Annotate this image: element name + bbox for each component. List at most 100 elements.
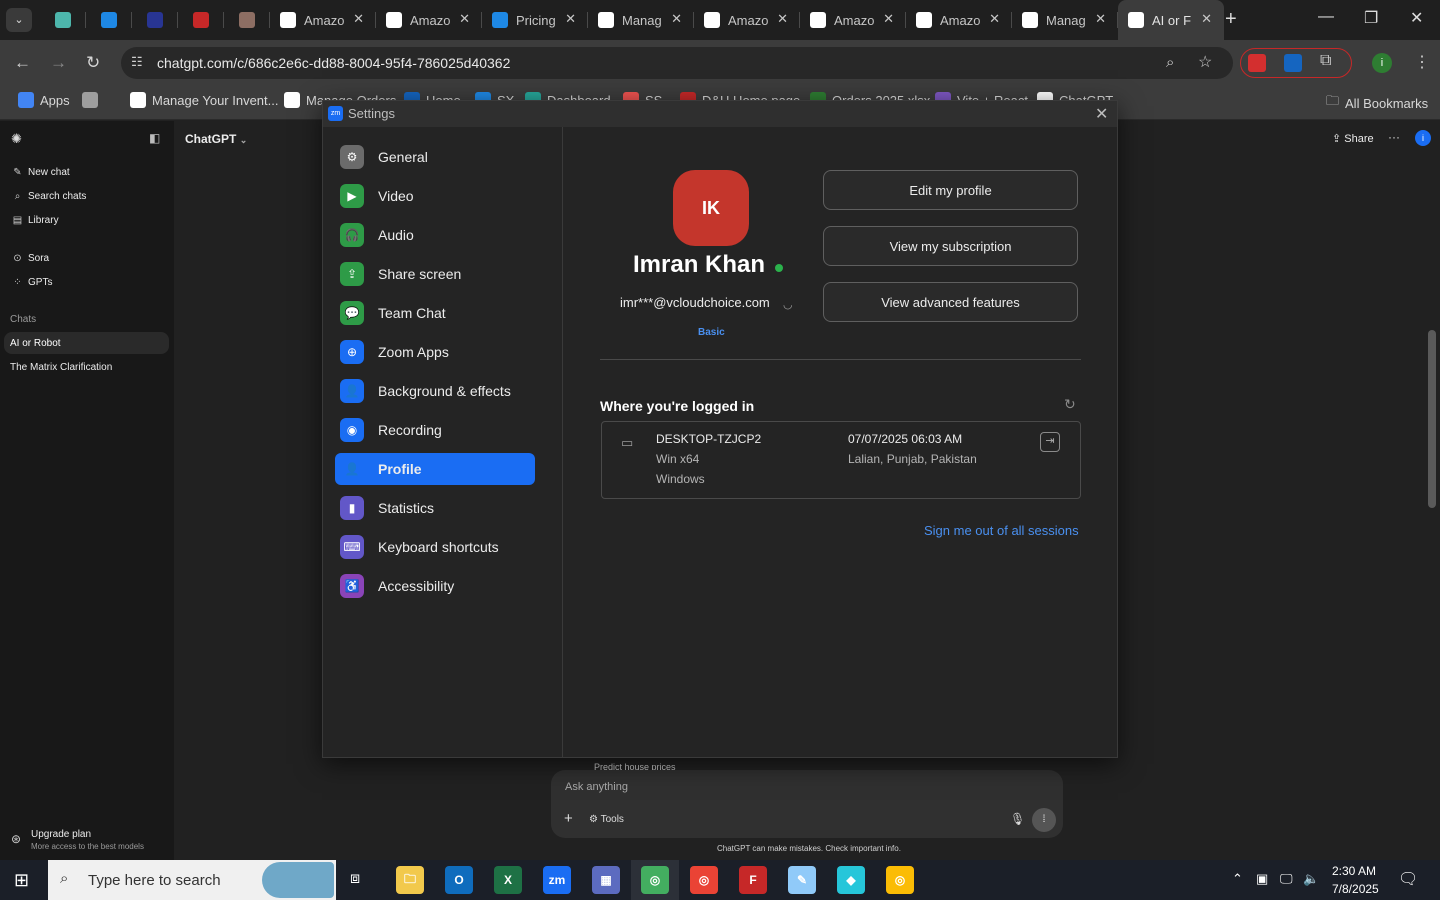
pdf-extension-icon[interactable] (1248, 54, 1266, 72)
microphone-icon[interactable]: 🎙 (1010, 812, 1025, 826)
nav-item-general[interactable]: ⚙ General (335, 141, 535, 173)
attach-plus-icon[interactable]: + (564, 810, 573, 827)
browser-tab[interactable] (224, 0, 270, 40)
puzzle-icon[interactable]: ⧉ (1320, 52, 1331, 70)
nav-item-profile[interactable]: 👤 Profile (335, 453, 535, 485)
sidebar-item-gpts[interactable]: ⁘ GPTs (12, 277, 52, 288)
excel-icon[interactable]: X (494, 866, 522, 894)
notes-icon[interactable]: ✎ (788, 866, 816, 894)
profile-avatar[interactable]: i (1372, 53, 1392, 73)
notifications-icon[interactable]: 🗨 (1398, 869, 1418, 889)
model-selector[interactable]: ChatGPT ⌄ (185, 132, 247, 146)
sign-out-session-icon[interactable]: ⇥ (1040, 432, 1060, 452)
extension-icon[interactable] (1284, 54, 1302, 72)
nav-item-video[interactable]: ▶ Video (335, 180, 535, 212)
taskbar-search-input[interactable]: Type here to search (88, 872, 221, 889)
new-tab-button[interactable]: + (1225, 8, 1237, 31)
bookmark-item[interactable]: Manage Your Invent... (130, 92, 278, 108)
view-advanced-features-button[interactable]: View advanced features (823, 282, 1078, 322)
app-icon[interactable]: ◆ (837, 866, 865, 894)
tab-close-icon[interactable]: ✕ (565, 11, 576, 27)
sign-out-all-link[interactable]: Sign me out of all sessions (924, 523, 1079, 538)
task-view-icon[interactable]: ⧈ (350, 870, 360, 888)
chrome-profile-icon[interactable]: ◎ (690, 866, 718, 894)
browser-tab[interactable] (86, 0, 132, 40)
browser-tab[interactable] (132, 0, 178, 40)
bookmark-star-icon[interactable]: ☆ (1198, 52, 1212, 72)
chrome-alt-icon[interactable]: ◎ (886, 866, 914, 894)
close-icon[interactable]: ✕ (1095, 104, 1108, 124)
nav-item-zoom-apps[interactable]: ⊕ Zoom Apps (335, 336, 535, 368)
browser-tab[interactable]: Amazo ✕ (270, 0, 376, 40)
nav-item-keyboard-shortcuts[interactable]: ⌨ Keyboard shortcuts (335, 531, 535, 563)
prompt-input[interactable]: Ask anything (565, 781, 628, 793)
chat-item[interactable]: The Matrix Clarification (10, 362, 112, 373)
reload-button[interactable]: ↻ (86, 53, 100, 73)
minimize-button[interactable]: — (1318, 8, 1334, 26)
bookmark-item[interactable]: Apps (18, 92, 70, 108)
tab-search-button[interactable]: ⌄ (6, 8, 32, 32)
sidebar-toggle-icon[interactable]: ◧ (149, 131, 160, 145)
nav-item-statistics[interactable]: ▮ Statistics (335, 492, 535, 524)
clock-time[interactable]: 2:30 AM (1332, 864, 1376, 878)
browser-tab[interactable]: Manag ✕ (1012, 0, 1118, 40)
site-info-icon[interactable]: ☷ (131, 54, 143, 70)
clock-date[interactable]: 7/8/2025 (1332, 882, 1379, 896)
show-email-icon[interactable]: ◡ (783, 298, 793, 311)
all-bookmarks[interactable]: 🗀 All Bookmarks (1326, 92, 1428, 114)
chat-item[interactable]: AI or Robot (10, 338, 61, 349)
outlook-icon[interactable]: O (445, 866, 473, 894)
openai-logo-icon[interactable]: ✺ (11, 131, 22, 147)
nav-item-audio[interactable]: 🎧 Audio (335, 219, 535, 251)
nav-item-accessibility[interactable]: ♿ Accessibility (335, 570, 535, 602)
zoom-app-icon[interactable]: zm (543, 866, 571, 894)
nav-item-share-screen[interactable]: ⇪ Share screen (335, 258, 535, 290)
browser-tab[interactable] (178, 0, 224, 40)
tab-close-icon[interactable]: ✕ (883, 11, 894, 27)
forward-button[interactable]: → (50, 53, 67, 73)
tab-close-icon[interactable]: ✕ (353, 11, 364, 27)
monitor-icon[interactable]: 🖵 (1280, 871, 1293, 887)
browser-tab[interactable]: Amazo ✕ (694, 0, 800, 40)
page-scrollbar[interactable] (1428, 330, 1436, 508)
browser-tab[interactable]: Amazo ✕ (800, 0, 906, 40)
tab-close-icon[interactable]: ✕ (777, 11, 788, 27)
sidebar-item-new-chat[interactable]: ✎ New chat (12, 167, 69, 178)
browser-tab[interactable]: Pricing ✕ (482, 0, 588, 40)
url-text[interactable]: chatgpt.com/c/686c2e6c-dd88-8004-95f4-78… (157, 55, 510, 71)
nav-item-recording[interactable]: ◉ Recording (335, 414, 535, 446)
sidebar-item-search-chats[interactable]: ⌕ Search chats (12, 191, 87, 202)
menu-kebab-icon[interactable]: ⋮ (1414, 52, 1430, 72)
chevron-up-icon[interactable]: ⌃ (1232, 871, 1243, 887)
browser-tab[interactable]: Amazo ✕ (376, 0, 482, 40)
sidebar-item-sora[interactable]: ⊙ Sora (12, 253, 49, 264)
browser-tab[interactable]: AI or F ✕ (1118, 0, 1224, 40)
voice-mode-button[interactable]: ⁞ (1032, 808, 1056, 832)
tab-close-icon[interactable]: ✕ (989, 11, 1000, 27)
sidebar-item-library[interactable]: ▤ Library (12, 215, 59, 226)
tab-close-icon[interactable]: ✕ (459, 11, 470, 27)
back-button[interactable]: ← (14, 53, 31, 73)
tab-close-icon[interactable]: ✕ (1095, 11, 1106, 27)
more-options-icon[interactable]: ··· (1388, 130, 1400, 144)
tab-close-icon[interactable]: ✕ (1201, 11, 1212, 27)
nav-item-background-effects[interactable]: 👤 Background & effects (335, 375, 535, 407)
tools-button[interactable]: ⚙ Tools (589, 814, 624, 825)
account-avatar[interactable]: i (1415, 130, 1431, 146)
bookmark-item[interactable] (82, 92, 104, 108)
windows-start-icon[interactable]: ⊞ (14, 870, 29, 891)
file-explorer-icon[interactable]: 🗀 (396, 866, 424, 894)
restore-button[interactable]: ❐ (1364, 8, 1378, 28)
refresh-icon[interactable]: ↻ (1064, 396, 1076, 413)
tab-close-icon[interactable]: ✕ (671, 11, 682, 27)
close-window-button[interactable]: ✕ (1410, 8, 1423, 28)
view-subscription-button[interactable]: View my subscription (823, 226, 1078, 266)
avatar[interactable]: IK (673, 170, 749, 246)
browser-tab[interactable] (40, 0, 86, 40)
browser-tab[interactable]: Manag ✕ (588, 0, 694, 40)
network-icon[interactable]: ▣ (1256, 871, 1268, 887)
filezilla-icon[interactable]: F (739, 866, 767, 894)
browser-tab[interactable]: Amazo ✕ (906, 0, 1012, 40)
calculator-icon[interactable]: ▦ (592, 866, 620, 894)
share-button[interactable]: ⇪ Share (1332, 132, 1374, 145)
